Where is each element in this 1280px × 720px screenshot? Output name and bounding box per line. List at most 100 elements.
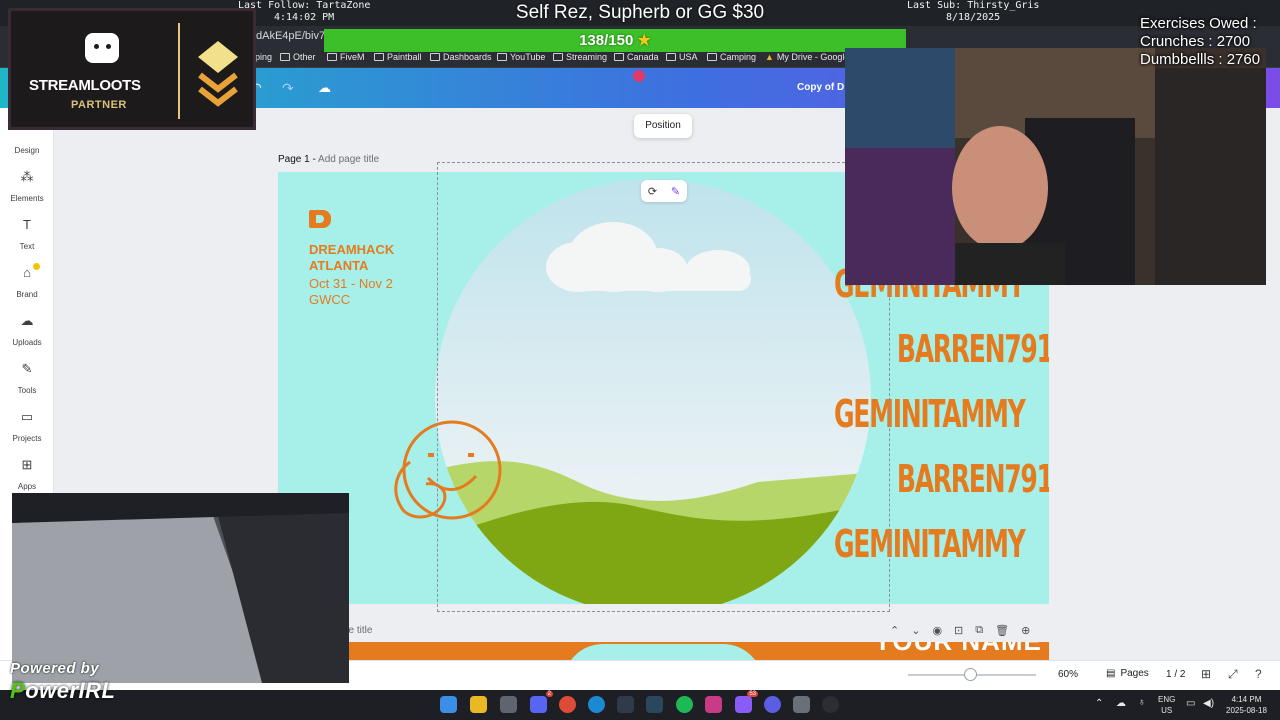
edit-icon[interactable]: ✎ bbox=[671, 185, 680, 198]
grid-view-icon[interactable]: ⊞ bbox=[1201, 667, 1211, 681]
bookmark-item[interactable]: Paintball bbox=[374, 52, 422, 62]
projects-icon: ▭ bbox=[20, 409, 34, 424]
sidebar-item-tools[interactable]: ✎ Tools bbox=[0, 362, 54, 398]
app-icon[interactable] bbox=[822, 696, 839, 713]
goal-progress-bar: 138/150 ★ bbox=[324, 29, 906, 52]
cloud-icon[interactable]: ☁ bbox=[1116, 698, 1126, 709]
sidebar-item-design[interactable]: Design bbox=[0, 140, 54, 158]
zoom-slider-handle[interactable] bbox=[964, 668, 977, 681]
bookmark-item[interactable]: Camping bbox=[707, 52, 756, 62]
app-icon[interactable] bbox=[764, 696, 781, 713]
volume-icon[interactable]: ◀) bbox=[1203, 698, 1214, 709]
page2-arc bbox=[563, 644, 763, 660]
sidebar-item-label: Elements bbox=[10, 194, 44, 203]
chevron-up-icon[interactable]: ⌃ bbox=[1095, 698, 1103, 709]
language-indicator[interactable]: ENG US bbox=[1158, 694, 1175, 716]
help-icon[interactable]: ? bbox=[1255, 667, 1262, 681]
bookmark-item[interactable]: USA bbox=[666, 52, 698, 62]
page-number-label: Page 1 - bbox=[278, 154, 319, 165]
element-toolbar[interactable]: ⟳ ✎ bbox=[641, 180, 687, 202]
sidebar-item-label: Projects bbox=[12, 434, 42, 443]
star-icon: ★ bbox=[637, 32, 651, 49]
bookmark-item[interactable]: ▲ My Drive - Google... bbox=[765, 52, 857, 62]
pages-icon: ▤ bbox=[1106, 668, 1116, 679]
bookmark-item[interactable]: FiveM bbox=[327, 52, 365, 62]
windows-taskbar: 2 53 ⌃ ☁ ♁ ENG US ▭ ◀) 4:14 PM 2025-08-1… bbox=[0, 690, 1280, 720]
sidebar-item-brand[interactable]: ⌂ Brand bbox=[0, 263, 54, 302]
app-icon[interactable] bbox=[705, 696, 722, 713]
zoom-level[interactable]: 60% bbox=[1058, 669, 1078, 680]
bookmark-item[interactable]: ping bbox=[255, 52, 272, 62]
folder-icon bbox=[666, 53, 676, 61]
clock[interactable]: 4:14 PM 2025-08-18 bbox=[1226, 694, 1267, 716]
cloud-saved-icon[interactable]: ☁ bbox=[318, 80, 331, 96]
sidebar-item-label: Design bbox=[14, 146, 40, 155]
bookmark-item[interactable]: Dashboards bbox=[430, 52, 492, 62]
network-icon[interactable]: ▭ bbox=[1186, 698, 1195, 709]
page-title-row[interactable]: Page 1 - Add page title bbox=[278, 154, 379, 165]
folder-icon bbox=[553, 53, 563, 61]
tools-icon: ✎ bbox=[21, 361, 33, 376]
edge-icon[interactable] bbox=[588, 696, 605, 713]
powerirl-watermark: Powered by PowerIRL bbox=[10, 660, 116, 703]
selection-box[interactable] bbox=[437, 162, 890, 612]
spotify-icon[interactable] bbox=[676, 696, 693, 713]
page-actions: ⌃ ⌄ ◉ ⊡ ⧉ 🗑 ⊕ bbox=[890, 624, 1030, 637]
sidebar-item-uploads[interactable]: ☁ Uploads bbox=[0, 314, 54, 350]
sidebar-item-label: Uploads bbox=[12, 338, 42, 347]
chevron-down-icon[interactable]: ⌄ bbox=[911, 624, 920, 637]
exercises-owed-overlay: Exercises Owed : Crunches : 2700 Dumbbel… bbox=[1140, 15, 1261, 68]
design-page-2[interactable]: YOUR NAME bbox=[278, 642, 1049, 660]
settings-icon[interactable] bbox=[793, 696, 810, 713]
chrome-icon[interactable] bbox=[559, 696, 576, 713]
store-icon[interactable] bbox=[500, 696, 517, 713]
document-title[interactable]: Copy of D bbox=[797, 82, 844, 93]
position-tooltip[interactable]: Position bbox=[634, 114, 692, 138]
delete-icon[interactable]: 🗑 bbox=[995, 624, 1009, 637]
name-line: BARREN791 bbox=[896, 327, 1049, 371]
folder-icon bbox=[707, 53, 717, 61]
folder-icon bbox=[374, 53, 384, 61]
app-icon[interactable]: 53 bbox=[735, 691, 758, 713]
sidebar-item-projects[interactable]: ▭ Projects bbox=[0, 410, 54, 446]
apps-icon: ⊞ bbox=[21, 457, 33, 472]
notification-dot bbox=[33, 263, 40, 270]
text-icon: T bbox=[23, 217, 31, 232]
bookmark-item[interactable]: YouTube bbox=[497, 52, 545, 62]
bookmark-item[interactable]: Canada bbox=[614, 52, 659, 62]
sidebar-item-label: Apps bbox=[17, 482, 37, 491]
folder-icon bbox=[327, 53, 337, 61]
screen: dAkE4pE/biv78d ping Other FiveM Paintbal… bbox=[0, 0, 1280, 720]
redo-icon[interactable]: ↷ bbox=[282, 80, 294, 97]
badge-divider bbox=[178, 23, 180, 119]
steam-icon[interactable] bbox=[646, 696, 663, 713]
page-title-placeholder[interactable]: Add page title bbox=[318, 154, 379, 165]
elements-icon: ⁂ bbox=[20, 169, 34, 184]
start-icon[interactable] bbox=[440, 696, 457, 713]
hide-icon[interactable]: ◉ bbox=[932, 624, 942, 637]
uploads-icon: ☁ bbox=[20, 313, 34, 328]
bookmark-item[interactable]: Other bbox=[280, 52, 316, 62]
event-title: DREAMHACK ATLANTA bbox=[309, 242, 395, 273]
duplicate-icon[interactable]: ⧉ bbox=[975, 624, 983, 637]
bookmark-item[interactable]: Streaming bbox=[553, 52, 607, 62]
rotate-icon[interactable]: ⟳ bbox=[648, 185, 657, 198]
sidebar-item-text[interactable]: T Text bbox=[0, 218, 54, 254]
add-page-icon[interactable]: ⊕ bbox=[1021, 624, 1030, 637]
canva-pin-icon bbox=[633, 70, 645, 82]
sidebar-item-apps[interactable]: ⊞ Apps bbox=[0, 458, 54, 494]
microphone-icon[interactable]: ♁ bbox=[1138, 697, 1146, 708]
page-counter: 1 / 2 bbox=[1166, 669, 1186, 680]
sidebar-item-elements[interactable]: ⁂ Elements bbox=[0, 170, 54, 206]
file-explorer-icon[interactable] bbox=[470, 696, 487, 713]
name-line: BARREN791 bbox=[896, 457, 1049, 501]
discord-icon[interactable]: 2 bbox=[530, 691, 553, 713]
drive-icon: ▲ bbox=[765, 52, 774, 62]
streamloots-partner-badge: STREAMLOOTS PARTNER bbox=[8, 8, 256, 130]
app-icon[interactable] bbox=[617, 696, 634, 713]
pages-button[interactable]: ▤ Pages bbox=[1106, 668, 1149, 679]
lock-icon[interactable]: ⊡ bbox=[954, 624, 963, 637]
chevron-up-icon[interactable]: ⌃ bbox=[890, 624, 899, 637]
fullscreen-icon[interactable]: ⤢ bbox=[1228, 667, 1238, 682]
sidebar-item-label: Tools bbox=[17, 386, 37, 395]
